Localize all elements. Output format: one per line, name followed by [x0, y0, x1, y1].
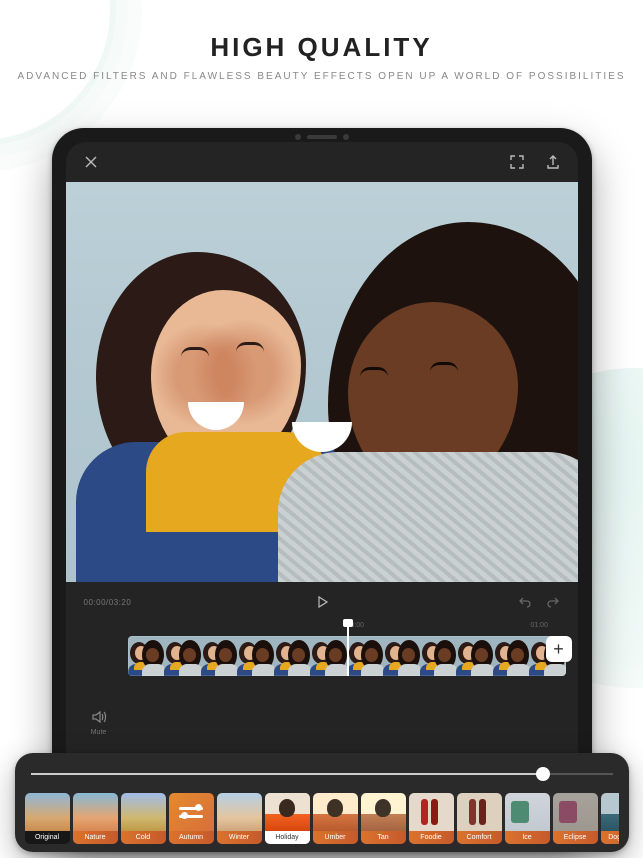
play-icon[interactable]: [315, 595, 329, 609]
filter-tan[interactable]: Tan: [361, 793, 406, 844]
timeline-frame[interactable]: [128, 636, 165, 676]
video-preview[interactable]: [66, 182, 578, 582]
filter-ice[interactable]: Ice: [505, 793, 550, 844]
export-icon[interactable]: [546, 155, 560, 169]
timeline-frame[interactable]: [456, 636, 493, 676]
filter-foodie[interactable]: Foodie: [409, 793, 454, 844]
filter-nature[interactable]: Nature: [73, 793, 118, 844]
timeline-frame[interactable]: [201, 636, 238, 676]
speaker-icon: [91, 709, 107, 725]
timeline-frame[interactable]: [164, 636, 201, 676]
filter-umber[interactable]: Umber: [313, 793, 358, 844]
filter-list: OriginalNatureColdAutumnWinterHolidayUmb…: [25, 793, 619, 844]
filter-eclipse[interactable]: Eclipse: [553, 793, 598, 844]
close-icon[interactable]: [84, 155, 98, 169]
time-display: 00:00/03:20: [84, 598, 132, 607]
timeline-frame[interactable]: [237, 636, 274, 676]
playback-bar: 00:00/03:20: [66, 582, 578, 622]
timeline-frame[interactable]: [347, 636, 384, 676]
app-screen: 00:00/03:20 Mute: [66, 142, 578, 834]
fullscreen-icon[interactable]: [510, 155, 524, 169]
hero-subtitle: ADVANCED FILTERS AND FLAWLESS BEAUTY EFF…: [0, 69, 643, 84]
filter-dog-days[interactable]: Dog days: [601, 793, 619, 844]
filter-winter[interactable]: Winter: [217, 793, 262, 844]
filter-holiday[interactable]: Holiday: [265, 793, 310, 844]
filter-cold[interactable]: Cold: [121, 793, 166, 844]
timeline-frame[interactable]: [420, 636, 457, 676]
timeline-frame[interactable]: [274, 636, 311, 676]
editor-topbar: [66, 142, 578, 182]
timeline-frame[interactable]: [310, 636, 347, 676]
tablet-notch: [295, 134, 349, 140]
timeline-frame[interactable]: [383, 636, 420, 676]
redo-icon[interactable]: [546, 595, 560, 609]
hero: HIGH QUALITY ADVANCED FILTERS AND FLAWLE…: [0, 32, 643, 84]
filter-original[interactable]: Original: [25, 793, 70, 844]
intensity-slider[interactable]: [31, 765, 613, 783]
tablet-frame: 00:00/03:20 Mute: [52, 128, 592, 848]
add-clip-button[interactable]: +: [546, 636, 572, 662]
hero-title: HIGH QUALITY: [0, 32, 643, 63]
filter-autumn[interactable]: Autumn: [169, 793, 214, 844]
playhead[interactable]: [347, 622, 349, 676]
mute-label: Mute: [91, 729, 107, 736]
filter-sheet: OriginalNatureColdAutumnWinterHolidayUmb…: [15, 753, 629, 852]
timeline-frame[interactable]: [493, 636, 530, 676]
filter-comfort[interactable]: Comfort: [457, 793, 502, 844]
undo-icon[interactable]: [518, 595, 532, 609]
